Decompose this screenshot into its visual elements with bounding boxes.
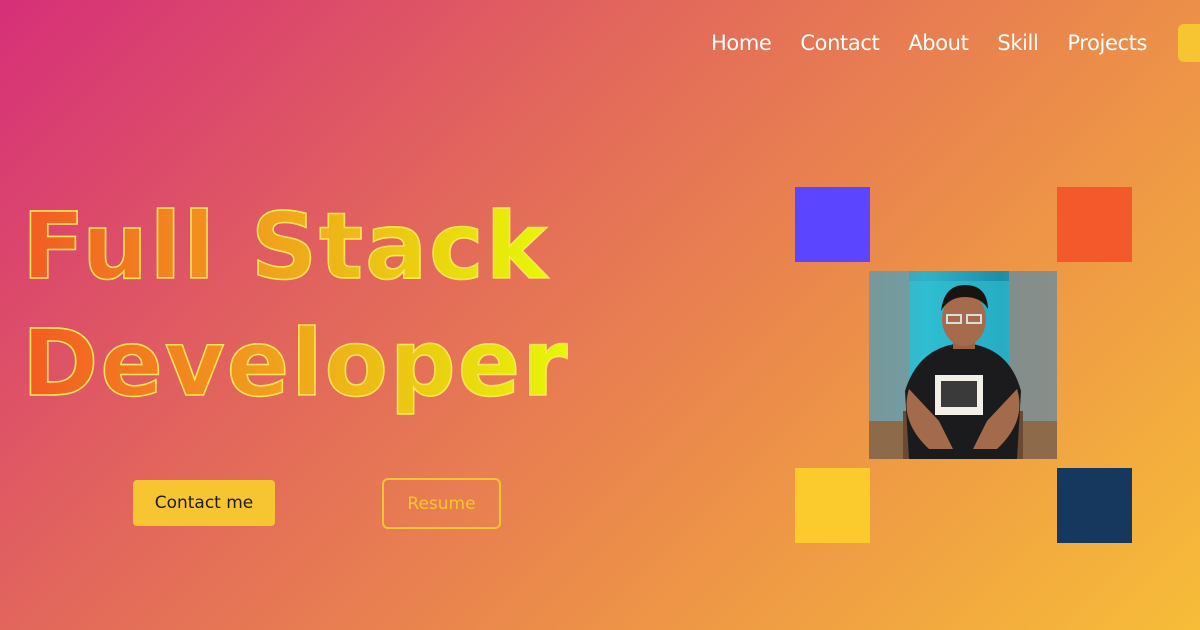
decorative-square-navy bbox=[1057, 468, 1132, 543]
nav-link-about[interactable]: About bbox=[908, 28, 968, 58]
resume-button[interactable]: Resume bbox=[382, 478, 501, 529]
decorative-square-blue bbox=[795, 187, 870, 262]
nav-cta-button[interactable] bbox=[1178, 24, 1200, 62]
nav-link-contact[interactable]: Contact bbox=[800, 28, 879, 58]
nav-link-home[interactable]: Home bbox=[711, 28, 772, 58]
hero-headline-svg: Full Stack Developer bbox=[21, 192, 568, 418]
nav-link-projects[interactable]: Projects bbox=[1067, 28, 1147, 58]
profile-photo-illustration bbox=[869, 271, 1057, 459]
nav-link-skill[interactable]: Skill bbox=[997, 28, 1038, 58]
decorative-square-yellow bbox=[795, 468, 870, 543]
decorative-square-red bbox=[1057, 187, 1132, 262]
top-navigation: Home Contact About Skill Projects bbox=[711, 24, 1200, 62]
headline-line-2: Developer bbox=[22, 310, 570, 417]
contact-me-button[interactable]: Contact me bbox=[133, 480, 275, 526]
headline-line-1: Full Stack bbox=[22, 193, 549, 300]
profile-photo bbox=[869, 271, 1057, 459]
hero-headline: Full Stack Developer bbox=[20, 190, 640, 418]
